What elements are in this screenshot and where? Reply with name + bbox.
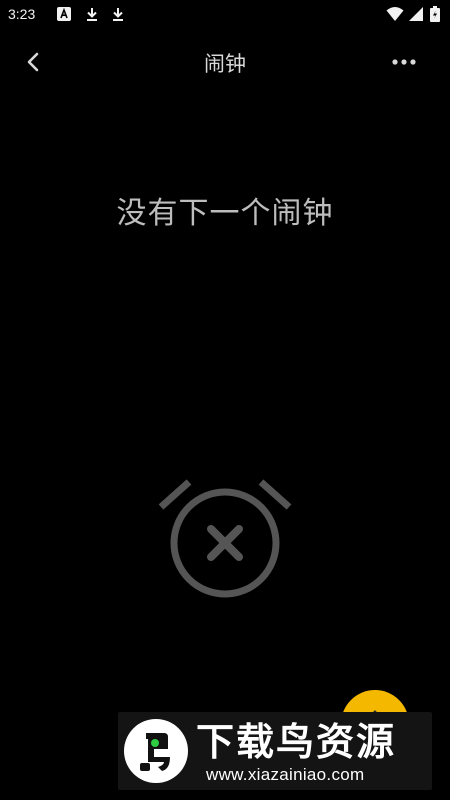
toolbar: 闹钟 — [0, 30, 450, 94]
more-horizontal-icon — [392, 59, 416, 65]
no-next-alarm-text: 没有下一个闹钟 — [116, 196, 334, 231]
page-title: 闹钟 — [204, 52, 246, 76]
download-icon — [87, 8, 97, 21]
status-bar: 3:23 — [0, 0, 450, 30]
download-icon — [113, 8, 123, 21]
font-notification-icon — [57, 7, 71, 21]
bird-logo-icon — [140, 733, 170, 771]
wifi-icon — [386, 7, 404, 21]
alarm-off-icon — [158, 479, 292, 598]
battery-charging-icon — [430, 6, 440, 22]
status-time: 3:23 — [8, 6, 36, 22]
watermark-url: www.xiazainiao.com — [206, 765, 365, 784]
cellular-icon — [409, 7, 423, 21]
more-options-button[interactable] — [386, 46, 422, 78]
watermark: 下载鸟资源 www.xiazainiao.com — [118, 712, 432, 790]
watermark-logo — [124, 719, 188, 783]
watermark-name: 下载鸟资源 — [196, 720, 397, 764]
